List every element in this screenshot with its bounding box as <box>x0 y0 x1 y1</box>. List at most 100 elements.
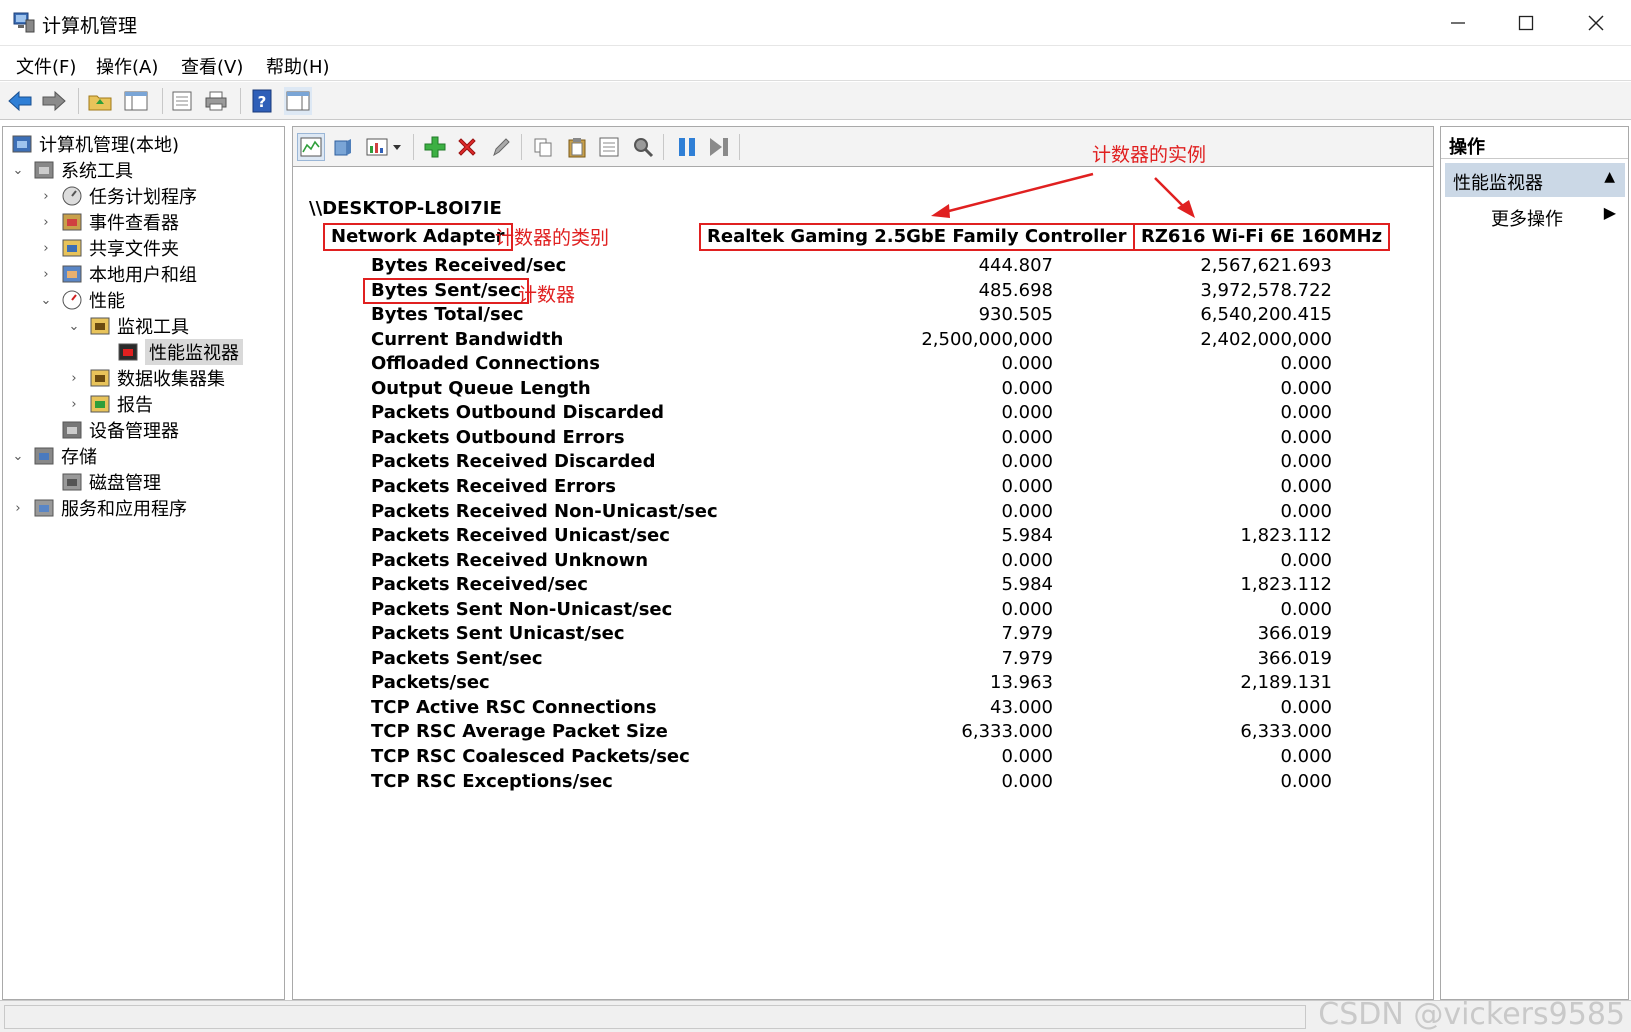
chevron-right-icon[interactable]: › <box>39 215 53 230</box>
close-icon <box>1588 15 1604 31</box>
collapse-up-icon[interactable]: ▲ <box>1604 169 1615 185</box>
graph-type-dropdown[interactable] <box>389 133 405 161</box>
counter-row[interactable]: TCP RSC Average Packet Size 6,333.000 6,33… <box>293 721 1433 746</box>
print-button[interactable] <box>202 87 230 115</box>
tree-item-9[interactable]: › 数据收集器集 <box>67 365 225 391</box>
counter-row[interactable]: Packets Sent Non-Unicast/sec 0.000 0.000 <box>293 599 1433 624</box>
counter-row[interactable]: Packets Received Unknown 0.000 0.000 <box>293 550 1433 575</box>
counter-row[interactable]: Packets Sent Unicast/sec 7.979 366.019 <box>293 623 1433 648</box>
counter-name: Output Queue Length <box>371 377 591 399</box>
tree-item-3[interactable]: › 事件查看器 <box>39 209 179 235</box>
chevron-right-icon[interactable]: › <box>11 501 25 516</box>
back-button[interactable] <box>6 87 34 115</box>
tree-item-14[interactable]: › 服务和应用程序 <box>11 495 187 521</box>
value-rz616: 0.000 <box>1280 451 1332 473</box>
view-report-button[interactable] <box>363 133 391 161</box>
tree-item-6[interactable]: ⌄ 性能 <box>39 287 125 313</box>
counter-row[interactable]: Packets Outbound Errors 0.000 0.000 <box>293 427 1433 452</box>
counter-name: TCP Active RSC Connections <box>371 696 657 718</box>
add-counter-button[interactable] <box>421 133 449 161</box>
chevron-down-icon[interactable]: ⌄ <box>67 319 81 334</box>
help-button[interactable]: ? <box>248 87 276 115</box>
magnifier-icon <box>634 138 654 158</box>
counter-row[interactable]: TCP RSC Coalesced Packets/sec 0.000 0.000 <box>293 746 1433 771</box>
chevron-down-icon[interactable]: ⌄ <box>11 449 25 464</box>
counter-row[interactable]: TCP Active RSC Connections 43.000 0.000 <box>293 697 1433 722</box>
actions-section-perfmon[interactable]: 性能监视器 ▲ <box>1445 163 1625 197</box>
up-folder-button[interactable] <box>86 87 114 115</box>
zoom-button[interactable] <box>629 133 657 161</box>
delete-counter-button[interactable] <box>453 133 481 161</box>
close-button[interactable] <box>1562 0 1630 46</box>
view-histogram-button[interactable] <box>329 133 357 161</box>
submenu-arrow-icon[interactable]: ▶ <box>1604 203 1616 222</box>
menu-file[interactable]: 文件(F) <box>16 53 76 79</box>
chevron-down-icon[interactable]: ⌄ <box>11 163 25 178</box>
maximize-button[interactable] <box>1492 0 1560 46</box>
counter-row[interactable]: Packets/sec 13.963 2,189.131 <box>293 672 1433 697</box>
counter-row[interactable]: Bytes Sent/sec 485.698 3,972,578.722 计数器 <box>293 277 1433 306</box>
value-realtek: 2,500,000,000 <box>921 328 1053 350</box>
paste-counter-list-button[interactable] <box>563 133 591 161</box>
menu-bar: 文件(F) 操作(A) 查看(V) 帮助(H) <box>0 47 1631 81</box>
watermark: CSDN @vickers9585 <box>1318 997 1625 1032</box>
counter-row[interactable]: Offloaded Connections 0.000 0.000 <box>293 353 1433 378</box>
tree-item-8[interactable]: 性能监视器 <box>95 339 243 365</box>
tree-item-5[interactable]: › 本地用户和组 <box>39 261 197 287</box>
main-toolbar: ? <box>0 82 1631 120</box>
step-forward-icon <box>710 138 728 156</box>
tree-item-11[interactable]: 设备管理器 <box>39 417 179 443</box>
forward-arrow-icon <box>42 90 66 112</box>
menu-action[interactable]: 操作(A) <box>96 53 158 79</box>
counter-row[interactable]: Packets Sent/sec 7.979 366.019 <box>293 648 1433 673</box>
value-rz616: 2,567,621.693 <box>1200 255 1332 276</box>
counter-row[interactable]: Current Bandwidth 2,500,000,000 2,402,000,… <box>293 329 1433 354</box>
tree-item-1[interactable]: ⌄ 系统工具 <box>11 157 133 183</box>
chevron-right-icon[interactable]: › <box>67 371 81 386</box>
tree-item-7[interactable]: ⌄ 监视工具 <box>67 313 189 339</box>
counter-name: Offloaded Connections <box>371 353 600 375</box>
show-hide-tree-button[interactable] <box>122 87 150 115</box>
counter-row[interactable]: TCP RSC Exceptions/sec 0.000 0.000 <box>293 771 1433 796</box>
computer-management-icon <box>13 12 35 33</box>
counter-row[interactable]: Packets Received Discarded 0.000 0.000 <box>293 451 1433 476</box>
copy-properties-button[interactable] <box>529 133 557 161</box>
counter-row[interactable]: Packets Received Non-Unicast/sec 0.000 0.0… <box>293 501 1433 526</box>
tree-item-13[interactable]: 磁盘管理 <box>39 469 161 495</box>
chevron-right-icon[interactable]: › <box>39 241 53 256</box>
menu-help[interactable]: 帮助(H) <box>266 53 330 79</box>
show-action-pane-button[interactable] <box>284 87 312 115</box>
tree-item-0[interactable]: 计算机管理(本地) <box>11 131 179 157</box>
properties-button[interactable] <box>168 87 196 115</box>
counter-row[interactable]: Bytes Total/sec 930.505 6,540,200.415 <box>293 304 1433 329</box>
minimize-button[interactable] <box>1424 0 1492 46</box>
counter-row[interactable]: Output Queue Length 0.000 0.000 <box>293 378 1433 403</box>
highlight-button[interactable] <box>487 133 515 161</box>
counter-row[interactable]: Packets Received/sec 5.984 1,823.112 <box>293 574 1433 599</box>
tree-item-2[interactable]: › 任务计划程序 <box>39 183 197 209</box>
more-actions-item[interactable]: 更多操作 <box>1491 205 1563 231</box>
update-data-button[interactable] <box>705 133 733 161</box>
performance-monitor-pane: \\DESKTOP-L8OI7IE Network Adapter 计数器的类别… <box>292 126 1434 1000</box>
chevron-right-icon[interactable]: › <box>39 189 53 204</box>
tree-item-4[interactable]: › 共享文件夹 <box>39 235 179 261</box>
tree-item-label: 性能监视器 <box>145 339 243 365</box>
chevron-right-icon[interactable]: › <box>67 397 81 412</box>
view-graph-button[interactable] <box>297 133 325 161</box>
paste-icon <box>568 138 586 158</box>
chevron-right-icon[interactable]: › <box>39 267 53 282</box>
forward-button[interactable] <box>40 87 68 115</box>
counter-row[interactable]: Packets Outbound Discarded 0.000 0.000 <box>293 402 1433 427</box>
window-title: 计算机管理 <box>42 15 138 37</box>
tree-item-12[interactable]: ⌄ 存储 <box>11 443 97 469</box>
freeze-display-button[interactable] <box>673 133 701 161</box>
chevron-down-icon[interactable]: ⌄ <box>39 293 53 308</box>
graph-icon <box>300 137 322 157</box>
counter-row[interactable]: Packets Received Errors 0.000 0.000 <box>293 476 1433 501</box>
menu-view[interactable]: 查看(V) <box>181 53 243 79</box>
counter-row[interactable]: Packets Received Unicast/sec 5.984 1,823.1… <box>293 525 1433 550</box>
counter-row[interactable]: Bytes Received/sec 444.807 2,567,621.693 <box>293 255 1433 280</box>
tree-item-10[interactable]: › 报告 <box>67 391 153 417</box>
properties-button-2[interactable] <box>595 133 623 161</box>
folder-icon <box>90 317 110 335</box>
